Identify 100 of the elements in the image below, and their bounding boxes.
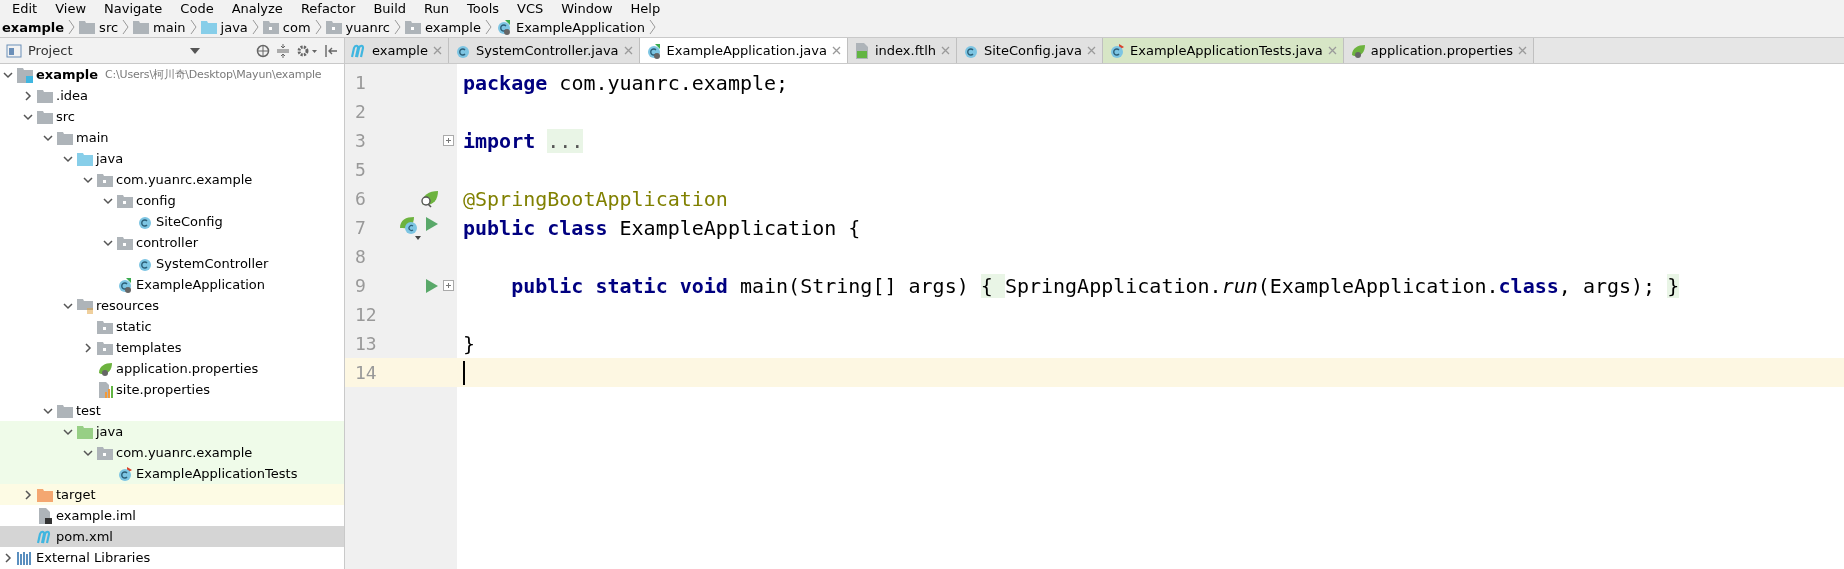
chevron-icon <box>251 19 259 35</box>
project-icon <box>6 43 22 58</box>
run-icon[interactable] <box>425 215 439 232</box>
maven-icon <box>351 43 367 58</box>
tree-item[interactable]: templates <box>0 337 344 358</box>
package-icon <box>97 172 113 187</box>
tree-item[interactable]: src <box>0 106 344 127</box>
fold-icon[interactable] <box>442 280 454 291</box>
package-icon <box>117 193 133 208</box>
maven-icon <box>37 529 53 544</box>
tree-item[interactable]: pom.xml <box>0 526 344 547</box>
line-number: 7 <box>354 217 367 238</box>
code-line: package com.yuanrc.example; <box>463 70 789 95</box>
line-number: 6 <box>354 188 367 209</box>
dropdown-caret-icon[interactable] <box>190 47 200 54</box>
menu-item[interactable]: Window <box>561 1 613 16</box>
tree-item[interactable]: main <box>0 127 344 148</box>
menu-item[interactable]: Build <box>373 1 407 16</box>
line-number: 5 <box>354 159 367 180</box>
package-icon <box>404 20 421 34</box>
package-icon <box>97 340 113 355</box>
tree-item[interactable]: example C:\Users\柯川奇\Desktop\Mayun\example <box>0 64 344 85</box>
tree-item[interactable]: test <box>0 400 344 421</box>
editor-tab[interactable]: SiteConfig.java <box>957 38 1104 63</box>
folder-icon <box>200 20 217 34</box>
menu-item[interactable]: Refactor <box>300 1 356 16</box>
spring-class-icon[interactable] <box>399 215 421 240</box>
tree-item[interactable]: resources <box>0 295 344 316</box>
menu-item[interactable]: View <box>55 1 87 16</box>
tree-item[interactable]: controller <box>0 232 344 253</box>
tree-item[interactable]: External Libraries <box>0 547 344 568</box>
line-number: 14 <box>354 362 378 383</box>
chevron-icon <box>189 19 197 35</box>
menu-item[interactable]: Help <box>630 1 661 16</box>
menu-item[interactable]: Edit <box>12 1 38 16</box>
chevron-icon <box>122 19 130 35</box>
line-number: 3 <box>354 130 367 151</box>
collapse-all-icon[interactable] <box>276 43 290 58</box>
package-icon <box>262 20 279 34</box>
line-number: 9 <box>354 275 367 296</box>
breadcrumb-item[interactable]: ExampleApplication <box>495 19 645 35</box>
libraries-icon <box>17 550 33 565</box>
package-icon <box>97 445 113 460</box>
code-line: } <box>463 331 476 356</box>
menu-item[interactable]: Navigate <box>104 1 163 16</box>
folder-icon <box>77 297 93 314</box>
editor-tab[interactable]: index.ftlh <box>848 38 957 63</box>
tree-item[interactable]: config <box>0 190 344 211</box>
editor-tab[interactable]: application.properties <box>1343 38 1534 63</box>
menu-item[interactable]: Run <box>424 1 449 16</box>
tree-item[interactable]: SiteConfig <box>0 211 344 232</box>
menu-item[interactable]: Code <box>180 1 214 16</box>
breadcrumb-item[interactable]: main <box>133 19 186 35</box>
tree-item[interactable]: com.yuanrc.example <box>0 169 344 190</box>
fold-icon[interactable] <box>442 135 454 146</box>
package-icon <box>97 319 113 334</box>
package-icon <box>325 20 342 34</box>
folder-icon <box>57 130 73 145</box>
code-line: public static void main(String[] args) { SpringApplication.run(ExampleApplication.class, args); } <box>510 273 1680 298</box>
folder-icon <box>133 20 150 34</box>
code-line: import ... <box>463 128 584 153</box>
menu-item[interactable]: VCS <box>517 1 544 16</box>
tree-item[interactable]: application.properties <box>0 358 344 379</box>
tree-item[interactable]: example.iml <box>0 505 344 526</box>
editor-tab[interactable]: SystemController.java <box>448 38 640 63</box>
editor-tab[interactable]: ExampleApplicationTests.java <box>1103 38 1344 63</box>
editor-tab[interactable]: ExampleApplication.java <box>639 38 848 63</box>
tree-item[interactable]: target <box>0 484 344 505</box>
run-icon[interactable] <box>425 277 439 294</box>
line-number: 8 <box>354 246 367 267</box>
tree-item[interactable]: static <box>0 316 344 337</box>
editor-tab[interactable]: example <box>345 38 449 63</box>
leaf-icon <box>1349 42 1366 59</box>
breadcrumb-item[interactable]: src <box>79 19 119 35</box>
tree-item[interactable]: com.yuanrc.example <box>0 442 344 463</box>
breadcrumb-item[interactable]: java <box>200 19 248 35</box>
class-icon <box>117 465 133 482</box>
breadcrumb-item[interactable]: com <box>262 19 311 35</box>
menu-item[interactable]: Tools <box>467 1 500 16</box>
folder-icon <box>57 403 73 418</box>
folder-icon <box>77 151 93 166</box>
settings-icon[interactable] <box>296 43 318 58</box>
tree-item[interactable]: SystemController <box>0 253 344 274</box>
tree-item[interactable]: java <box>0 148 344 169</box>
tree-item[interactable]: ExampleApplicationTests <box>0 463 344 484</box>
breadcrumb-item[interactable]: example <box>404 19 481 35</box>
hide-panel-icon[interactable] <box>324 43 338 58</box>
tree-item[interactable]: ExampleApplication <box>0 274 344 295</box>
menu-item[interactable]: Analyze <box>231 1 283 16</box>
locate-icon[interactable] <box>256 43 270 58</box>
close-icon[interactable] <box>832 46 841 55</box>
chevron-icon <box>68 19 76 35</box>
tree-item[interactable]: .idea <box>0 85 344 106</box>
tree-item[interactable]: java <box>0 421 344 442</box>
breadcrumb-item[interactable]: example <box>2 19 65 35</box>
class-icon <box>495 19 512 35</box>
breadcrumb-item[interactable]: yuanrc <box>325 19 390 35</box>
tree-item[interactable]: site.properties <box>0 379 344 400</box>
spring-search-icon[interactable] <box>419 188 439 209</box>
chevron-icon <box>648 19 656 35</box>
